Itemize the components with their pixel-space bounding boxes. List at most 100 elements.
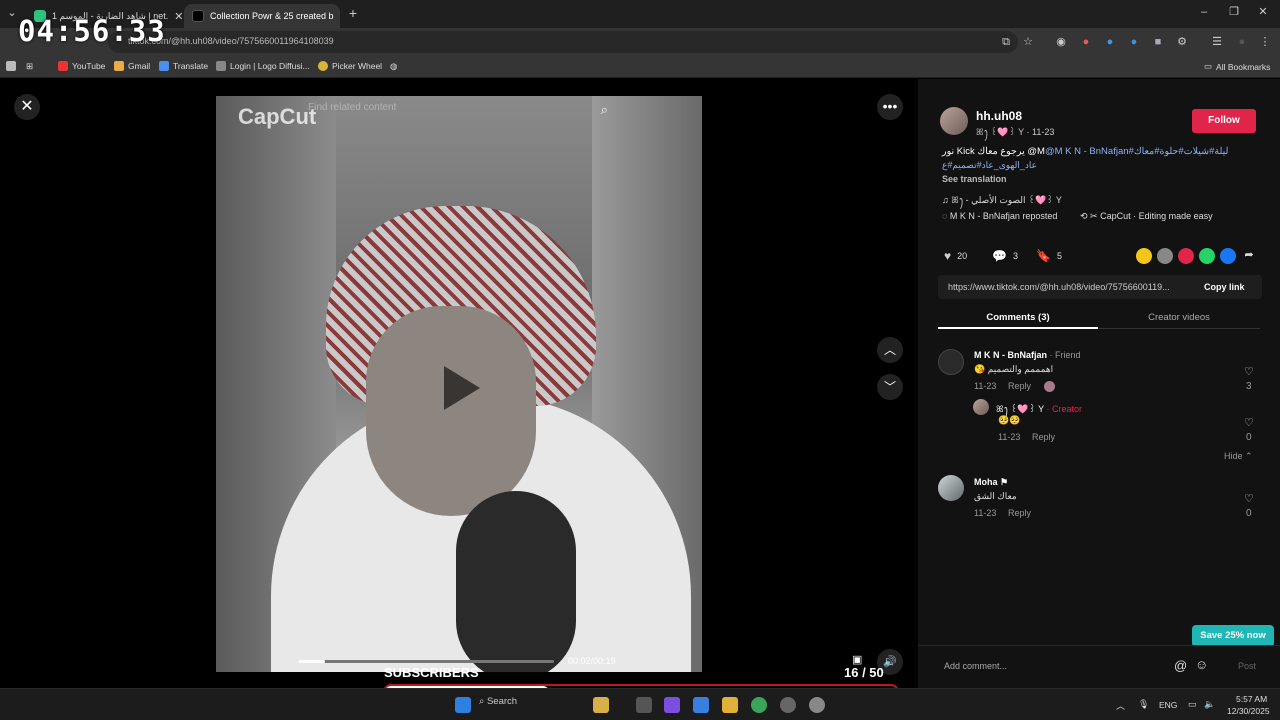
menu-kebab-icon[interactable]: ⋮ bbox=[1259, 36, 1271, 48]
next-video-button[interactable]: ﹀ bbox=[877, 374, 903, 400]
video-subject-face bbox=[366, 306, 536, 516]
grid-icon[interactable]: ⊞ bbox=[26, 61, 33, 72]
taskbar-time[interactable]: 5:57 AM bbox=[1236, 694, 1267, 704]
comment-like-count: 0 bbox=[1246, 432, 1252, 443]
capcut-promo[interactable]: ⟲ ✂ CapCut · Editing made easy bbox=[1080, 211, 1213, 222]
bookmark-translate[interactable]: Translate bbox=[159, 61, 208, 71]
file-explorer-icon[interactable] bbox=[722, 697, 738, 713]
whatsapp-icon[interactable] bbox=[1199, 248, 1215, 264]
comment-like-icon[interactable]: ♡ bbox=[1244, 365, 1254, 378]
taskbar-date[interactable]: 12/30/2025 bbox=[1227, 706, 1270, 716]
video-frame[interactable]: CapCut Find related content ⌕ 00:02/00:1… bbox=[216, 96, 702, 672]
save-button[interactable]: 🔖 5 bbox=[1036, 249, 1062, 263]
url-field[interactable]: tiktok.com/@hh.uh08/video/75756600119641… bbox=[108, 31, 1018, 53]
follow-button[interactable]: Follow bbox=[1192, 109, 1256, 133]
tab-search-icon[interactable]: ☰ bbox=[1211, 36, 1223, 48]
comment-button[interactable]: 💬 3 bbox=[992, 249, 1018, 263]
apps-icon[interactable] bbox=[6, 61, 16, 71]
avatar[interactable] bbox=[973, 399, 989, 415]
share-coin-icon[interactable] bbox=[1136, 248, 1152, 264]
username[interactable]: hh.uh08 bbox=[976, 109, 1022, 123]
minimize-icon[interactable]: – bbox=[1198, 6, 1210, 18]
all-bookmarks[interactable]: ▭ All Bookmarks bbox=[1204, 61, 1270, 72]
globe-icon[interactable]: ◍ bbox=[390, 61, 397, 72]
avatar[interactable] bbox=[940, 107, 968, 135]
sound-link[interactable]: ♫ ꕤꫂ - الصوت الأصلي ꒰🩷꒱ Y bbox=[942, 192, 1062, 211]
app-icon[interactable] bbox=[780, 697, 796, 713]
app-icon[interactable] bbox=[693, 697, 709, 713]
add-comment-input[interactable]: Add comment... bbox=[944, 661, 1007, 671]
reply-button[interactable]: Reply bbox=[1008, 508, 1031, 518]
avatar[interactable] bbox=[938, 475, 964, 501]
video-progress-bar[interactable] bbox=[298, 660, 554, 663]
comment-author[interactable]: Moha ⚑ bbox=[974, 477, 1008, 488]
bookmark-youtube[interactable]: YouTube bbox=[58, 61, 105, 71]
extension-icon[interactable]: ● bbox=[1080, 36, 1092, 48]
reply-date: 11-23 bbox=[998, 432, 1021, 442]
caption-hashtags[interactable]: #ليلة#شيلات#حلوة#معاك bbox=[1129, 146, 1229, 157]
reply-button[interactable]: Reply bbox=[1032, 432, 1055, 442]
close-window-icon[interactable]: ✕ bbox=[1257, 6, 1269, 18]
video-player-area: ✕ CapCut Find related content ⌕ 00:02/00… bbox=[0, 79, 918, 688]
more-options-button[interactable]: ••• bbox=[877, 94, 903, 120]
extension-icon[interactable]: ● bbox=[1104, 36, 1116, 48]
close-video-button[interactable]: ✕ bbox=[14, 94, 40, 120]
browser-tab-2[interactable]: Collection Powr & 25 created b ✕ bbox=[184, 4, 340, 28]
repost-avatar-icon: ◌ bbox=[942, 211, 950, 221]
install-app-icon[interactable]: ⧉ bbox=[1000, 36, 1012, 48]
subscribers-count: 16 / 50 bbox=[844, 665, 884, 680]
avatar[interactable] bbox=[938, 349, 964, 375]
widgets-icon[interactable] bbox=[593, 697, 609, 713]
caption-hashtags-line2[interactable]: عاد_الهوى_عاد#تصميم#ع bbox=[942, 160, 1037, 171]
save-promo-button[interactable]: Save 25% now bbox=[1192, 625, 1274, 647]
bookmark-gmail[interactable]: Gmail bbox=[114, 61, 150, 71]
tray-chevron-icon[interactable]: ︿ bbox=[1116, 699, 1125, 712]
comment-date: 11-23 bbox=[974, 508, 997, 518]
comment-author[interactable]: M K N - BnNafjan · Friend bbox=[974, 350, 1081, 360]
extension-icon[interactable]: ◉ bbox=[1055, 36, 1067, 48]
share-arrow-icon[interactable]: ➦ bbox=[1241, 248, 1257, 264]
extensions-puzzle-icon[interactable]: ⚙ bbox=[1176, 36, 1188, 48]
emoji-icon[interactable]: ☺ bbox=[1195, 657, 1208, 672]
reply-button[interactable]: Reply bbox=[1008, 381, 1031, 391]
comment-like-icon[interactable]: ♡ bbox=[1244, 416, 1254, 429]
add-comment-bar: Add comment... @ ☺ Post bbox=[918, 645, 1280, 688]
mention-icon[interactable]: @ bbox=[1174, 658, 1187, 673]
like-button[interactable]: ♥ 20 bbox=[944, 249, 967, 263]
bookmark-logo-diffusion[interactable]: Login | Logo Diffusi... bbox=[216, 61, 310, 71]
tab-search-icon[interactable]: ⌄ bbox=[6, 7, 18, 19]
language-indicator[interactable]: ENG bbox=[1159, 700, 1177, 710]
tab-creator-videos[interactable]: Creator videos bbox=[1098, 309, 1260, 329]
bookmark-star-icon[interactable]: ☆ bbox=[1022, 36, 1034, 48]
video-progress-fill bbox=[298, 660, 325, 663]
windows-start-icon[interactable] bbox=[455, 697, 471, 713]
network-icon[interactable]: ▭ bbox=[1188, 699, 1197, 710]
bookmark-picker-wheel[interactable]: Picker Wheel bbox=[318, 61, 382, 71]
hide-replies-button[interactable]: Hide ⌃ bbox=[1224, 451, 1253, 462]
tab-comments[interactable]: Comments (3) bbox=[938, 309, 1098, 329]
task-view-icon[interactable] bbox=[636, 697, 652, 713]
profile-avatar-icon[interactable]: ● bbox=[1236, 36, 1248, 48]
see-translation-link[interactable]: See translation bbox=[942, 174, 1007, 184]
chrome-icon[interactable] bbox=[751, 697, 767, 713]
caption-mention[interactable]: @M K N - BnNafjan bbox=[1045, 146, 1129, 157]
extension-icon[interactable]: ■ bbox=[1152, 36, 1164, 48]
share-embed-icon[interactable] bbox=[1157, 248, 1173, 264]
find-related-input[interactable]: Find related content bbox=[308, 102, 396, 113]
copy-link-button[interactable]: Copy link bbox=[1204, 282, 1245, 292]
close-tab-icon[interactable]: ✕ bbox=[174, 10, 182, 23]
facebook-icon[interactable] bbox=[1220, 248, 1236, 264]
maximize-icon[interactable]: ❐ bbox=[1228, 6, 1240, 18]
comment-like-icon[interactable]: ♡ bbox=[1244, 492, 1254, 505]
settings-icon[interactable] bbox=[809, 697, 825, 713]
post-comment-button[interactable]: Post bbox=[1238, 661, 1256, 671]
microphone-icon[interactable]: 🎙 bbox=[1138, 699, 1149, 710]
previous-video-button[interactable]: ︿ bbox=[877, 337, 903, 363]
extension-icon[interactable]: ● bbox=[1128, 36, 1140, 48]
play-icon[interactable] bbox=[444, 366, 480, 410]
new-tab-icon[interactable]: + bbox=[347, 6, 359, 20]
app-icon[interactable] bbox=[664, 697, 680, 713]
share-send-icon[interactable] bbox=[1178, 248, 1194, 264]
speaker-icon[interactable]: 🔈 bbox=[1204, 699, 1215, 710]
video-search-icon[interactable]: ⌕ bbox=[601, 102, 608, 118]
